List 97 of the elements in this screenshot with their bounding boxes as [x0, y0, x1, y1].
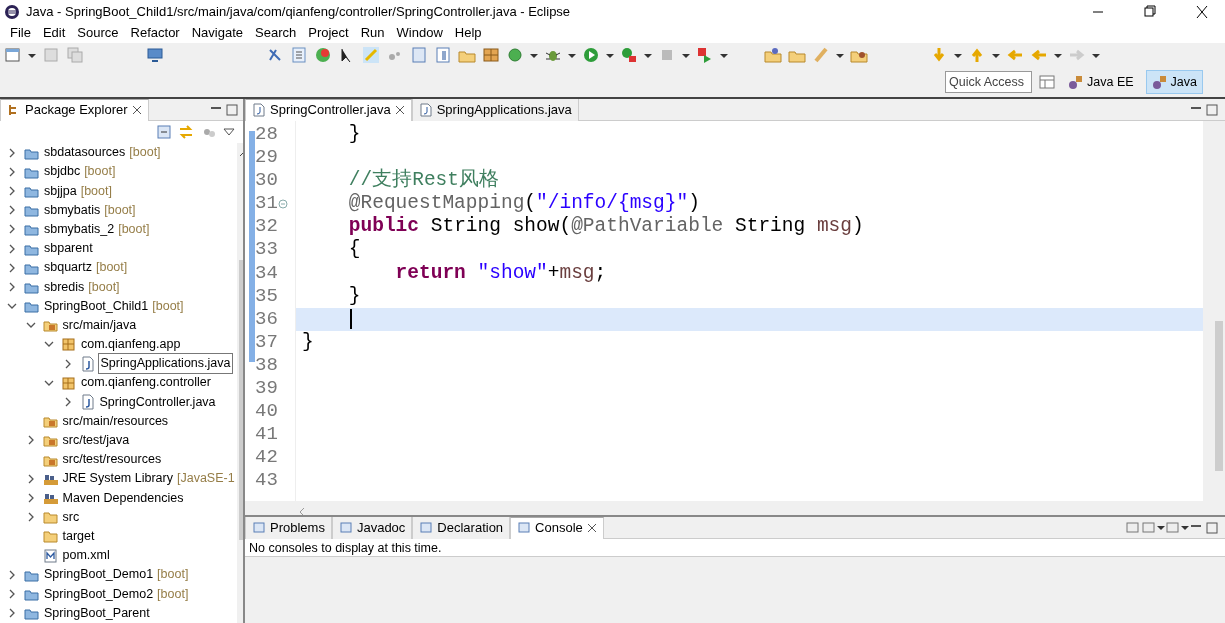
code-line: @RequestMapping("/info/{msg}")	[347, 192, 700, 215]
menu-item[interactable]: Help	[448, 23, 488, 43]
line-number: 43	[255, 469, 278, 493]
tree-item[interactable]: sbdatasources [boot]	[42, 143, 163, 162]
package-icon	[61, 336, 77, 353]
line-number: 30	[255, 169, 278, 193]
tree-item[interactable]: target	[60, 526, 97, 546]
scrollbar[interactable]	[1203, 121, 1225, 501]
perspective-icon	[1068, 74, 1085, 90]
collapse-all-icon[interactable]	[155, 124, 172, 140]
menu-item[interactable]: Window	[390, 23, 449, 43]
folder-icon	[42, 528, 59, 545]
menu-item[interactable]: Source	[71, 23, 125, 43]
run-tool-icon[interactable]	[620, 46, 638, 64]
line-number: 31	[255, 192, 278, 216]
view-tab[interactable]: Console	[510, 516, 604, 539]
search-field[interactable]: Quick Access	[945, 71, 1033, 93]
tree-item[interactable]: com.qianfeng.controller	[79, 373, 213, 393]
editor-tab[interactable]: SpringController.java	[245, 98, 412, 121]
line-number: 41	[255, 423, 278, 447]
view-tab[interactable]: Javadoc	[331, 516, 413, 539]
tree-item[interactable]: src/test/java	[60, 431, 132, 450]
line-number: 34	[255, 261, 278, 285]
tree-item[interactable]: src	[60, 507, 82, 527]
perspective-icon[interactable]	[1038, 73, 1057, 91]
line-number: 42	[255, 446, 278, 470]
view-tab[interactable]: Problems	[245, 516, 332, 539]
line-number: 28	[255, 123, 278, 147]
tree-item[interactable]: pom.xml	[60, 546, 112, 565]
menu-item[interactable]: Project	[302, 23, 355, 43]
line-number: 38	[255, 353, 278, 378]
console-message: No consoles to display at this time.	[245, 539, 1225, 557]
line-number: 40	[255, 400, 278, 424]
tree-item[interactable]: SpringApplications.java	[97, 353, 234, 375]
menu-item[interactable]: Refactor	[124, 23, 186, 43]
line-number: 39	[255, 377, 278, 401]
perspective-icon	[1151, 74, 1168, 90]
code-line: }	[302, 330, 314, 353]
tree-item[interactable]: src/main/resources	[60, 411, 171, 431]
close-icon[interactable]	[131, 105, 142, 115]
tree-item[interactable]: sbparent	[42, 239, 95, 258]
perspective-button[interactable]: Java	[1145, 69, 1203, 95]
tree-item[interactable]: SpringBoot_Child1 [boot]	[42, 296, 186, 316]
grid-icon[interactable]	[482, 46, 500, 64]
line-number: 37	[255, 330, 278, 354]
menu-item[interactable]: Edit	[36, 23, 72, 43]
close-icon[interactable]	[586, 523, 597, 533]
code-line: {	[347, 238, 361, 261]
view-tab[interactable]: Package Explorer	[0, 99, 149, 121]
tree-item[interactable]: src/test/resources	[60, 450, 164, 469]
tree-item[interactable]: com.qianfeng.app	[79, 335, 183, 354]
tree-item[interactable]: SpringBoot_Demo2 [boot]	[42, 584, 191, 604]
line-number: 33	[255, 238, 278, 262]
tree-item[interactable]: SpringBoot_Demo1 [boot]	[42, 565, 191, 585]
tree-item[interactable]: sbmybatis_2 [boot]	[42, 219, 152, 239]
tree-item[interactable]: src/main/java	[60, 315, 139, 335]
line-number: 36	[255, 307, 278, 331]
tree-item[interactable]: SpringController.java	[97, 392, 218, 412]
app-icon	[4, 3, 20, 20]
tree-item[interactable]: Maven Dependencies	[60, 488, 186, 508]
java-file-icon	[418, 102, 433, 117]
tree-item[interactable]: sbquartz [boot]	[42, 258, 130, 278]
window-title: Java - SpringBoot_Child1/src/main/java/com/qianfeng/controller/SpringController.java - Eclipse	[26, 2, 572, 21]
close-icon[interactable]	[394, 105, 405, 115]
text-cursor	[350, 308, 352, 329]
menu-item[interactable]: Run	[354, 23, 391, 43]
m-file-icon	[42, 547, 59, 564]
code-line: //支持Rest风格	[347, 169, 500, 192]
tree-item[interactable]: sbjdbc [boot]	[42, 162, 118, 182]
editor-tab[interactable]: SpringApplications.java	[411, 98, 579, 121]
code-line: public String show(@PathVariable String msg)	[347, 215, 864, 238]
line-number: 35	[255, 284, 278, 308]
java-file-icon	[79, 355, 96, 372]
java-file-icon	[79, 394, 96, 411]
tree-item[interactable]: sbredis [boot]	[42, 277, 122, 297]
play-icon[interactable]	[582, 46, 600, 64]
file-icon[interactable]	[4, 46, 22, 64]
folder-icon[interactable]	[764, 46, 782, 64]
tree-item[interactable]: sbjjpa [boot]	[42, 181, 114, 201]
code-line: return "show"+msg;	[394, 261, 607, 284]
menu-item[interactable]: File	[4, 23, 37, 43]
package-icon	[61, 374, 77, 391]
menu-item[interactable]: Navigate	[185, 23, 249, 43]
code-line: }	[347, 123, 361, 145]
tree-item[interactable]: JRE System Library [JavaSE-1	[60, 469, 237, 489]
tree-item[interactable]: sbmybatis [boot]	[42, 200, 138, 220]
view-tab[interactable]: Declaration	[412, 516, 511, 539]
perspective-button[interactable]: Java EE	[1062, 69, 1140, 95]
tree-item[interactable]: SpringBoot_Parent	[42, 603, 152, 623]
scrollbar[interactable]	[245, 501, 1225, 515]
line-number: 29	[255, 146, 278, 170]
folder-icon	[42, 509, 59, 526]
line-number: 32	[255, 215, 278, 239]
java-file-icon	[252, 103, 266, 117]
code-line: }	[347, 284, 361, 307]
view-menu-icon[interactable]	[223, 126, 235, 138]
menu-item[interactable]: Search	[249, 23, 303, 43]
